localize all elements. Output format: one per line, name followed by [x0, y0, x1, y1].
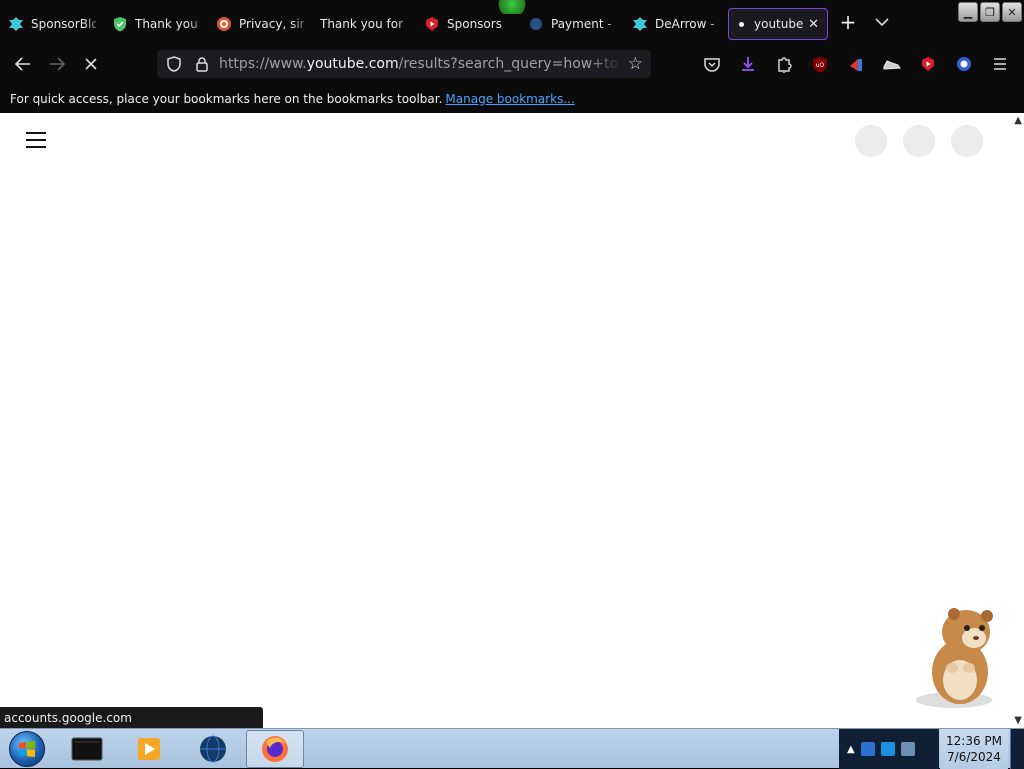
tab-title: Sponsors [447, 17, 502, 31]
url-host: youtube.com [306, 56, 399, 72]
close-tab-icon[interactable]: ✕ [808, 17, 819, 32]
bookmarks-empty-message: For quick access, place your bookmarks h… [10, 91, 443, 106]
page-content: ▲ ▼ accounts.google.com [0, 113, 1024, 728]
duckduckgo-icon [216, 16, 232, 32]
payment-icon [528, 16, 544, 32]
chevron-down-icon [875, 18, 889, 27]
tab-duckduckgo[interactable]: Privacy, simplified [208, 8, 312, 40]
window-controls: ▁ ❐ ✕ [958, 2, 1022, 22]
taskbar-globe-app[interactable] [184, 730, 242, 768]
tab-youtube-active[interactable]: youtube ✕ [728, 8, 828, 40]
minimize-button[interactable]: ▁ [958, 2, 978, 22]
list-all-tabs-button[interactable] [868, 8, 896, 36]
globe-icon [200, 735, 226, 763]
media-player-icon [138, 738, 160, 760]
close-window-button[interactable]: ✕ [1002, 2, 1022, 22]
loading-placeholder [903, 125, 935, 157]
back-button[interactable] [6, 47, 40, 81]
extension-toolbar: uO [694, 48, 1018, 80]
tray-volume-icon[interactable] [900, 742, 915, 756]
tab-title: SponsorBlock [31, 17, 96, 31]
svg-text:uO: uO [816, 62, 825, 69]
link-status-bar: accounts.google.com [0, 707, 263, 728]
forward-button[interactable] [40, 47, 74, 81]
taskbar-terminal[interactable] [58, 730, 116, 768]
loading-dot-icon [739, 21, 744, 27]
url-path: /results?search_query=how+to+install+ [398, 56, 622, 72]
bookmark-star-icon[interactable]: ☆ [628, 54, 643, 74]
url-prefix: https://www. [219, 56, 307, 72]
clock-time: 12:36 PM [946, 734, 1002, 748]
show-desktop-button[interactable] [1010, 729, 1024, 769]
tray-app-icon[interactable] [860, 742, 875, 756]
tab-title: DeArrow - 1 [655, 17, 720, 31]
firefox-icon [262, 736, 288, 762]
guide-menu-icon[interactable] [26, 132, 46, 148]
taskbar-media-player[interactable] [120, 730, 178, 768]
tab-sponsors[interactable]: Sponsors [416, 8, 520, 40]
app-menu-icon[interactable] [982, 48, 1018, 80]
scroll-up-arrow[interactable]: ▲ [1014, 115, 1022, 126]
windows-taskbar: ▲ 12:36 PM 7/6/2024 [0, 728, 1024, 769]
navigation-bar: https://www.youtube.com/results?search_q… [0, 44, 1024, 84]
scroll-down-arrow[interactable]: ▼ [1014, 715, 1022, 726]
url-text[interactable]: https://www.youtube.com/results?search_q… [219, 56, 622, 72]
tray-expand-icon[interactable]: ▲ [847, 744, 855, 755]
shield-check-icon [112, 16, 128, 32]
download-icon[interactable] [730, 48, 766, 80]
restore-button[interactable]: ❐ [980, 2, 1000, 22]
tracking-shield-icon[interactable] [165, 56, 183, 72]
tray-network-icon[interactable] [880, 742, 895, 756]
loading-placeholder [951, 125, 983, 157]
new-tab-button[interactable]: + [834, 8, 862, 36]
ublock-origin-icon[interactable]: uO [802, 48, 838, 80]
account-circle-icon[interactable] [946, 48, 982, 80]
pocket-icon[interactable] [694, 48, 730, 80]
terminal-icon [71, 737, 103, 761]
arrow-left-icon [15, 57, 30, 71]
loading-placeholder [855, 125, 887, 157]
system-tray: ▲ [839, 729, 939, 769]
close-icon [85, 58, 97, 70]
hamster-mascot [916, 608, 993, 708]
arrow-right-icon [50, 57, 65, 71]
url-bar[interactable]: https://www.youtube.com/results?search_q… [157, 50, 651, 78]
sneaker-extension-icon[interactable] [874, 48, 910, 80]
stop-loading-button[interactable] [74, 47, 108, 81]
tab-strip: SponsorBlock Thank you for Privacy, simp… [0, 0, 1024, 44]
clock-date: 7/6/2024 [947, 750, 1001, 764]
bookmarks-toolbar: For quick access, place your bookmarks h… [0, 84, 1024, 113]
tab-title: Thank you for [135, 17, 200, 31]
taskbar-firefox[interactable] [246, 730, 304, 768]
status-url-text: accounts.google.com [4, 710, 132, 725]
tab-thank-you[interactable]: Thank you for [104, 8, 208, 40]
windows-logo-icon [9, 731, 45, 767]
tab-payment[interactable]: Payment - [520, 8, 624, 40]
sponsorblock-extension-icon[interactable] [838, 48, 874, 80]
tab-sponsorblock[interactable]: SponsorBlock [0, 8, 104, 40]
tab-title: Payment - [551, 17, 612, 31]
extensions-puzzle-icon[interactable] [766, 48, 802, 80]
youtube-red-icon [424, 16, 440, 32]
tab-title: youtube [754, 17, 804, 31]
lock-icon[interactable] [193, 56, 211, 72]
sponsorblock-icon [8, 16, 24, 32]
tab-title: Privacy, simplified [239, 17, 304, 31]
taskbar-clock[interactable]: 12:36 PM 7/6/2024 [940, 729, 1008, 769]
youtube-extension-icon[interactable] [910, 48, 946, 80]
tab-thank-you-installing[interactable]: Thank you for installing [312, 8, 416, 40]
start-button[interactable] [4, 730, 50, 768]
manage-bookmarks-link[interactable]: Manage bookmarks... [445, 92, 574, 106]
tab-title: Thank you for installing [320, 17, 408, 31]
tab-dearrow[interactable]: DeArrow - 1 [624, 8, 728, 40]
dearrow-icon [632, 16, 648, 32]
